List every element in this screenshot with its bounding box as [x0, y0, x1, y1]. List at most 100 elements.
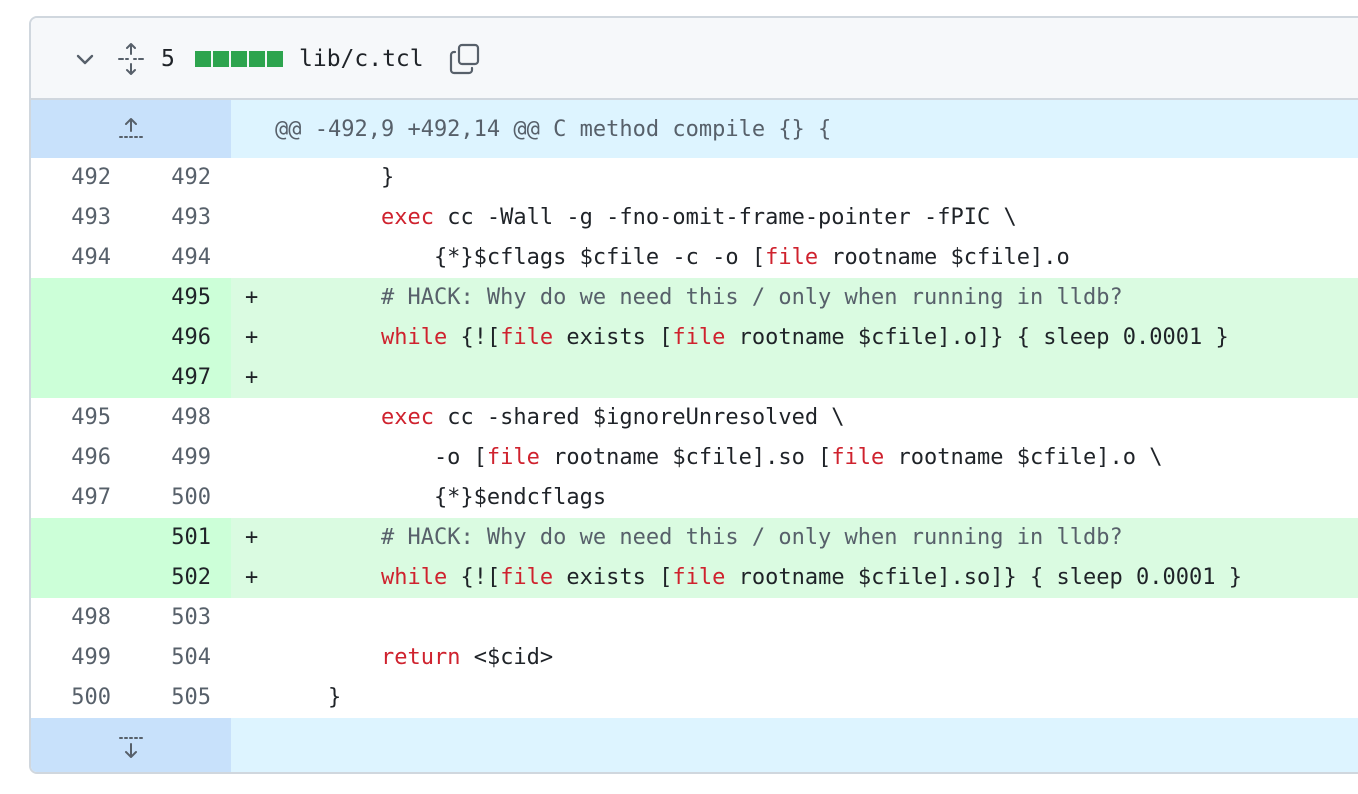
- old-line-number[interactable]: 499: [31, 638, 111, 678]
- added-marker: +: [245, 565, 259, 590]
- diffstat-block: [267, 51, 283, 67]
- new-line-number[interactable]: 502: [131, 558, 211, 598]
- new-line-number[interactable]: 497: [131, 358, 211, 398]
- keyword-token: return: [380, 645, 461, 670]
- new-line-number[interactable]: 500: [131, 478, 211, 518]
- code-token: exists [: [553, 565, 673, 590]
- code-token: exists [: [553, 325, 673, 350]
- new-line-number[interactable]: 499: [131, 438, 211, 478]
- added-line: 502 + while {![file exists [file rootname…: [31, 558, 1358, 598]
- diffstat: [195, 18, 283, 100]
- hunk-header: @@ -492,9 +492,14 @@ C method compile {}…: [231, 100, 1358, 158]
- code-line: }: [275, 158, 394, 198]
- old-line-number[interactable]: 493: [31, 198, 111, 238]
- code-line: return <$cid>: [275, 638, 553, 678]
- keyword-token: while: [380, 565, 448, 590]
- old-line-number[interactable]: 495: [31, 398, 111, 438]
- old-line-number[interactable]: 500: [31, 678, 111, 718]
- code-token: {*}$endcflags: [275, 485, 607, 510]
- code-token: rootname $cfile].o \: [884, 445, 1163, 470]
- new-line-number[interactable]: 503: [131, 598, 211, 638]
- diffstat-block: [231, 51, 247, 67]
- changes-count: 5: [161, 46, 175, 72]
- old-line-number[interactable]: [31, 278, 111, 318]
- keyword-token: file: [765, 245, 819, 270]
- file-header: 5 lib/c.tcl: [31, 18, 1358, 100]
- old-line-number[interactable]: 497: [31, 478, 111, 518]
- context-line: 493 493 exec cc -Wall -g -fno-omit-frame-…: [31, 198, 1358, 238]
- new-line-number[interactable]: 501: [131, 518, 211, 558]
- old-line-number[interactable]: 498: [31, 598, 111, 638]
- context-line: 499 504 return <$cid>: [31, 638, 1358, 678]
- keyword-token: file: [486, 445, 540, 470]
- code-line: while {![file exists [file rootname $cfi…: [275, 558, 1242, 598]
- context-line: 494 494 {*}$cflags $cfile -c -o [file roo…: [31, 238, 1358, 278]
- code-token: -o [: [275, 445, 487, 470]
- diff-lines: 492 492 } 493 493 exec cc -Wall -g -fno-omi…: [31, 158, 1358, 718]
- context-line: 495 498 exec cc -shared $ignoreUnresolved…: [31, 398, 1358, 438]
- code-token: {![: [447, 325, 501, 350]
- code-line: }: [275, 678, 341, 718]
- old-line-number[interactable]: [31, 518, 111, 558]
- unfold-icon[interactable]: [115, 18, 147, 100]
- code-line: # HACK: Why do we need this / only when …: [275, 518, 1123, 558]
- context-line: 492 492 }: [31, 158, 1358, 198]
- code-token: cc -shared $ignoreUnresolved \: [433, 405, 845, 430]
- context-line: 497 500 {*}$endcflags: [31, 478, 1358, 518]
- old-line-number[interactable]: [31, 318, 111, 358]
- new-line-number[interactable]: 496: [131, 318, 211, 358]
- context-line: 500 505 }: [31, 678, 1358, 718]
- new-line-number[interactable]: 492: [131, 158, 211, 198]
- code-token: {![: [447, 565, 501, 590]
- added-line: 497 +: [31, 358, 1358, 398]
- old-line-number[interactable]: 492: [31, 158, 111, 198]
- code-line: while {![file exists [file rootname $cfi…: [275, 318, 1229, 358]
- code-line: # HACK: Why do we need this / only when …: [275, 278, 1123, 318]
- added-marker: +: [245, 325, 259, 350]
- code-line: exec cc -Wall -g -fno-omit-frame-pointer…: [275, 198, 1017, 238]
- added-marker: +: [245, 525, 259, 550]
- new-line-number[interactable]: 505: [131, 678, 211, 718]
- new-line-number[interactable]: 495: [131, 278, 211, 318]
- line-code-background: [231, 358, 1358, 398]
- context-line: 498 503: [31, 598, 1358, 638]
- diffstat-block: [195, 51, 211, 67]
- expand-up-icon[interactable]: [31, 100, 231, 158]
- code-token: cc -Wall -g -fno-omit-frame-pointer -fPI…: [433, 205, 1017, 230]
- keyword-token: exec: [380, 405, 434, 430]
- context-line: 496 499 -o [file rootname $cfile].so [fil…: [31, 438, 1358, 478]
- old-line-number[interactable]: [31, 558, 111, 598]
- old-line-number[interactable]: 494: [31, 238, 111, 278]
- keyword-token: file: [672, 565, 726, 590]
- comment-token: # HACK: Why do we need this / only when …: [380, 525, 1123, 550]
- keyword-token: file: [500, 565, 554, 590]
- new-line-number[interactable]: 498: [131, 398, 211, 438]
- chevron-down-icon[interactable]: [71, 18, 99, 100]
- code-line: exec cc -shared $ignoreUnresolved \: [275, 398, 845, 438]
- added-line: 495 + # HACK: Why do we need this / only …: [31, 278, 1358, 318]
- code-token: rootname $cfile].so]} { sleep 0.0001 }: [725, 565, 1242, 590]
- added-line: 496 + while {![file exists [file rootname…: [31, 318, 1358, 358]
- comment-token: # HACK: Why do we need this / only when …: [380, 285, 1123, 310]
- keyword-token: file: [672, 325, 726, 350]
- file-name[interactable]: lib/c.tcl: [299, 18, 424, 100]
- new-line-number[interactable]: 493: [131, 198, 211, 238]
- copy-icon[interactable]: [447, 18, 483, 100]
- new-line-number[interactable]: 504: [131, 638, 211, 678]
- old-line-number[interactable]: [31, 358, 111, 398]
- old-line-number[interactable]: 496: [31, 438, 111, 478]
- code-token: rootname $cfile].o]} { sleep 0.0001 }: [725, 325, 1229, 350]
- added-line: 501 + # HACK: Why do we need this / only …: [31, 518, 1358, 558]
- keyword-token: while: [380, 325, 448, 350]
- keyword-token: exec: [380, 205, 434, 230]
- new-line-number[interactable]: 494: [131, 238, 211, 278]
- code-line: {*}$cflags $cfile -c -o [file rootname $…: [275, 238, 1070, 278]
- code-line: {*}$endcflags: [275, 478, 606, 518]
- added-marker: +: [245, 365, 259, 390]
- code-token: rootname $cfile].o: [818, 245, 1070, 270]
- expand-down-icon[interactable]: [31, 718, 231, 772]
